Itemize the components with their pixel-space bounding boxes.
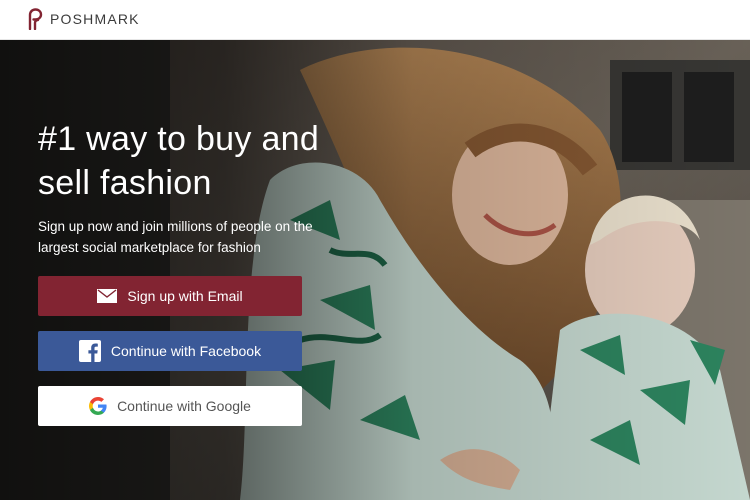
google-icon <box>89 397 107 415</box>
facebook-icon <box>78 340 101 362</box>
continue-google-button[interactable]: Continue with Google <box>38 386 302 426</box>
hero-section: #1 way to buy and sell fashion Sign up n… <box>0 40 750 500</box>
brand-name: POSHMARK <box>50 11 140 27</box>
continue-facebook-button[interactable]: Continue with Facebook <box>38 331 302 371</box>
poshmark-logo-icon <box>28 8 43 30</box>
continue-google-label: Continue with Google <box>117 398 251 414</box>
hero-overlay <box>0 40 750 500</box>
hero-subtext: Sign up now and join millions of people … <box>38 219 313 255</box>
poshmark-logo[interactable]: POSHMARK <box>24 7 140 31</box>
envelope-icon <box>97 289 118 303</box>
hero-headline: #1 way to buy and sell fashion <box>38 120 320 202</box>
signup-email-button[interactable]: Sign up with Email <box>38 276 302 316</box>
signup-email-label: Sign up with Email <box>127 288 243 304</box>
continue-facebook-label: Continue with Facebook <box>110 343 262 359</box>
top-header: POSHMARK <box>0 0 750 40</box>
